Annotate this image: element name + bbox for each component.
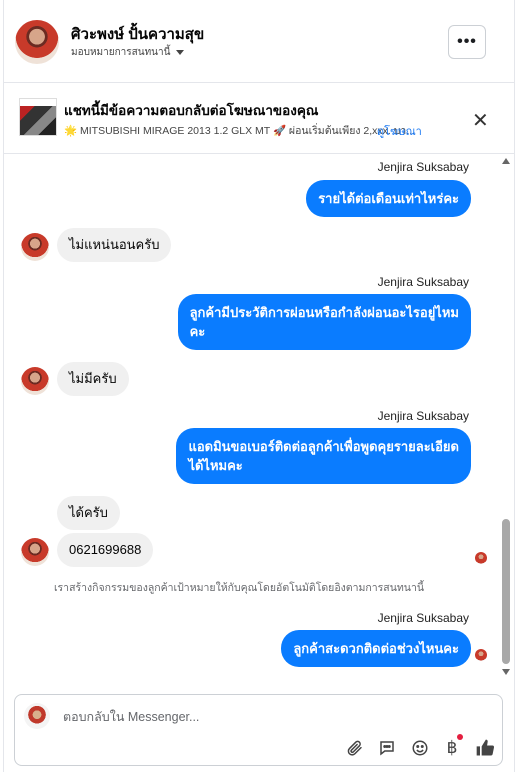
incoming-message[interactable]: ไม่มีครับ bbox=[57, 362, 129, 396]
contact-avatar-small bbox=[21, 367, 49, 395]
caret-down-icon bbox=[176, 50, 185, 55]
outgoing-message[interactable]: ลูกค้าสะดวกติดต่อช่วงไหนคะ bbox=[281, 630, 471, 667]
message-composer: ฿ bbox=[14, 694, 503, 766]
sender-name: Jenjira Suksabay bbox=[377, 409, 469, 423]
outgoing-message[interactable]: ลูกค้ามีประวัติการผ่อนหรือกำลังผ่อนอะไรอ… bbox=[177, 294, 471, 350]
close-icon[interactable]: ✕ bbox=[472, 108, 489, 133]
message-thread: Jenjira Suksabay รายได้ต่อเดือนเท่าไหร่ค… bbox=[4, 154, 514, 686]
baht-icon[interactable]: ฿ bbox=[441, 734, 463, 759]
incoming-message[interactable]: ไม่แหน่นอนครับ bbox=[57, 228, 172, 262]
notification-dot bbox=[457, 734, 463, 740]
contact-name[interactable]: ศิวะพงษ์ ปั้นความสุข bbox=[71, 22, 204, 46]
message-line: ได้ไหมคะ bbox=[188, 458, 243, 473]
contact-avatar[interactable] bbox=[15, 20, 59, 64]
contact-avatar-small bbox=[21, 233, 49, 261]
chat-header: ศิวะพงษ์ ปั้นความสุข มอบหมายการสนทนานี้ … bbox=[4, 0, 514, 83]
emoji-icon[interactable] bbox=[409, 737, 431, 759]
seen-indicator-avatar bbox=[475, 649, 487, 661]
contact-avatar-small bbox=[21, 538, 49, 566]
incoming-message[interactable]: 0621699688 bbox=[57, 533, 154, 567]
scroll-down-arrow-icon[interactable] bbox=[502, 669, 510, 675]
sender-name: Jenjira Suksabay bbox=[377, 275, 469, 289]
system-note: เราสร้างกิจกรรมของลูกค้าเป้าหมายให้กับคุ… bbox=[53, 582, 425, 594]
scrollbar[interactable] bbox=[501, 154, 511, 684]
message-line: ลูกค้ามีประวัติการผ่อนหรือกำลังผ่อนอะไรอ… bbox=[189, 305, 459, 320]
baht-glyph: ฿ bbox=[446, 738, 458, 757]
ad-banner-title: แชทนี้มีข้อความตอบกลับต่อโฆษณาของคุณ bbox=[64, 103, 319, 118]
view-ad-link[interactable]: ดูโฆษณา bbox=[377, 122, 422, 140]
message-line: คะ bbox=[189, 324, 206, 339]
sender-name: Jenjira Suksabay bbox=[377, 160, 469, 174]
ad-reply-banner: แชทนี้มีข้อความตอบกลับต่อโฆษณาของคุณ 🌟 M… bbox=[4, 83, 514, 154]
assign-conversation-dropdown[interactable]: มอบหมายการสนทนานี้ bbox=[71, 45, 185, 60]
message-line: แอดมินขอเบอร์ติดต่อลูกค้าเพื่อพูดคุยรายล… bbox=[188, 439, 459, 454]
outgoing-message[interactable]: รายได้ต่อเดือนเท่าไหร่คะ bbox=[306, 180, 471, 217]
more-options-button[interactable]: ••• bbox=[448, 25, 486, 59]
ad-banner-subtitle: 🌟 MITSUBISHI MIRAGE 2013 1.2 GLX MT 🚀 ผ่… bbox=[64, 125, 416, 137]
reply-input[interactable] bbox=[61, 709, 365, 725]
chat-bubble-icon[interactable] bbox=[376, 737, 398, 759]
scrollbar-thumb[interactable] bbox=[502, 519, 510, 664]
page-avatar bbox=[24, 703, 50, 729]
chat-panel: ศิวะพงษ์ ปั้นความสุข มอบหมายการสนทนานี้ … bbox=[3, 0, 515, 772]
scroll-up-arrow-icon[interactable] bbox=[502, 158, 510, 164]
ad-thumbnail[interactable] bbox=[19, 98, 57, 136]
assign-label: มอบหมายการสนทนานี้ bbox=[71, 47, 171, 58]
seen-indicator-avatar bbox=[475, 552, 487, 564]
sender-name: Jenjira Suksabay bbox=[377, 611, 469, 625]
outgoing-message[interactable]: แอดมินขอเบอร์ติดต่อลูกค้าเพื่อพูดคุยรายล… bbox=[176, 428, 471, 484]
thumbs-up-icon[interactable] bbox=[474, 737, 496, 759]
attach-icon[interactable] bbox=[344, 737, 366, 759]
incoming-message[interactable]: ได้ครับ bbox=[57, 496, 120, 530]
